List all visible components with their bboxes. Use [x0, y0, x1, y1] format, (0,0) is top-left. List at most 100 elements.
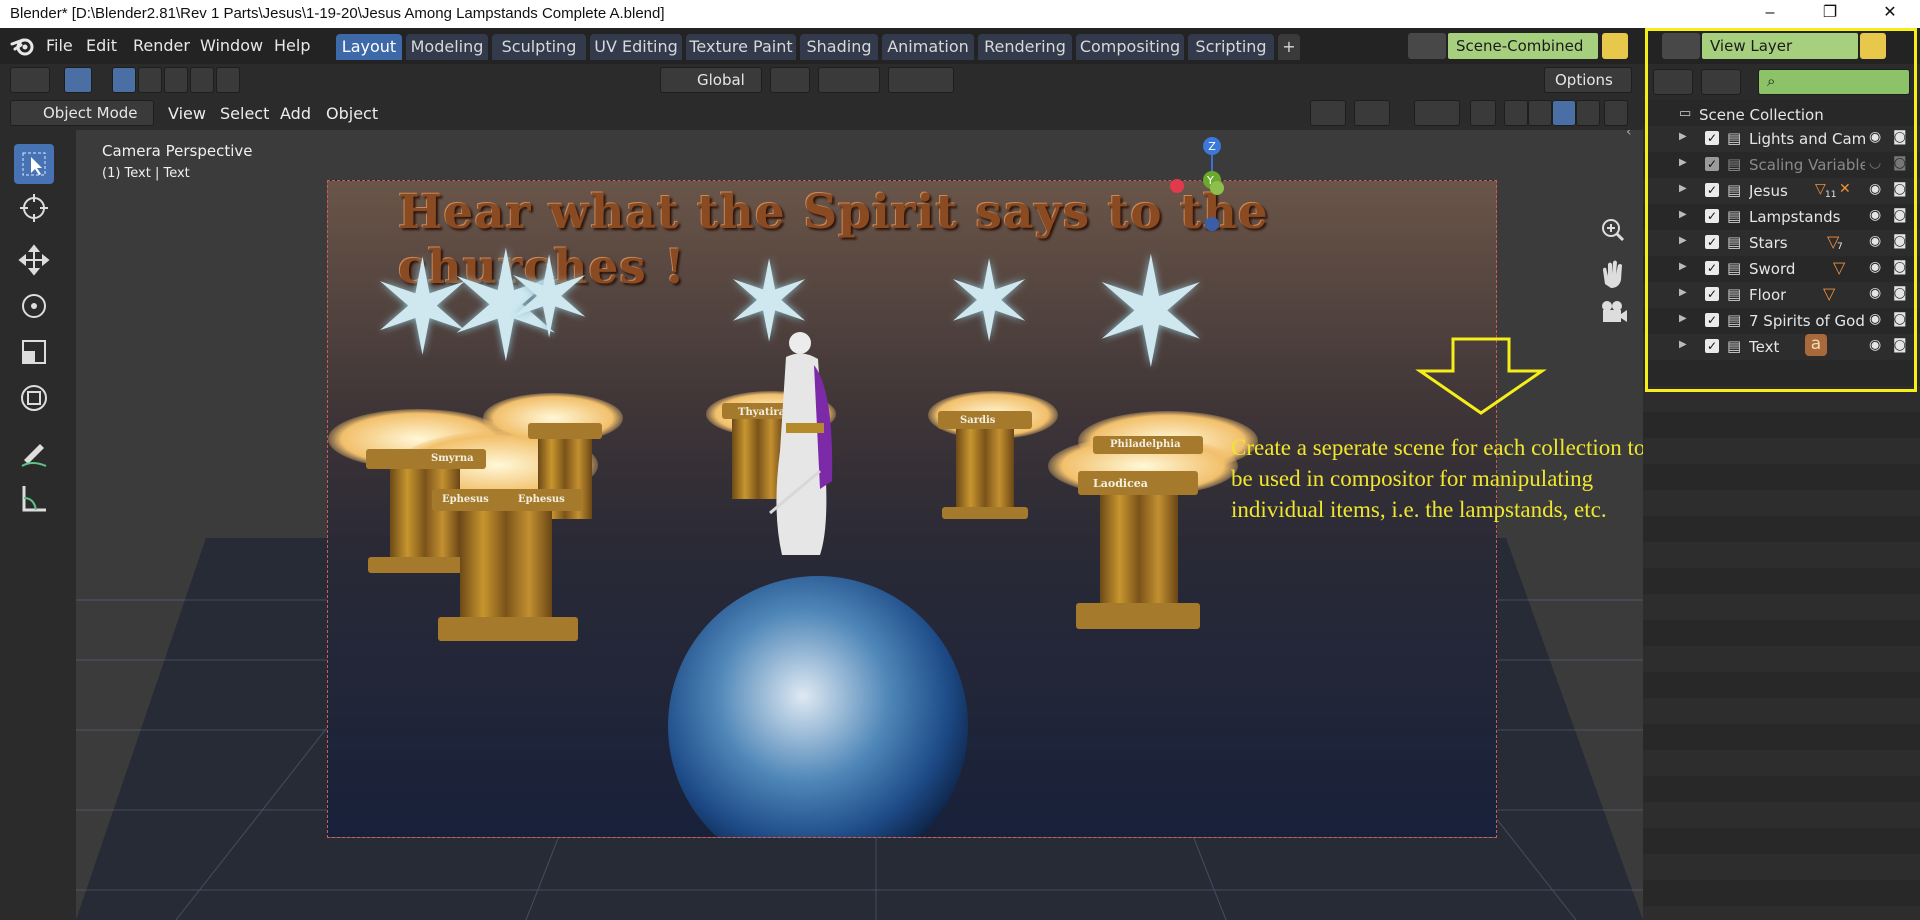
scene-selector-icon[interactable] [1408, 33, 1446, 59]
transform-orientation-label: Global [697, 71, 745, 89]
tab-scripting[interactable]: Scripting [1188, 34, 1274, 60]
axis-y-neg-icon[interactable] [1210, 181, 1224, 195]
menu-help[interactable]: Help [274, 36, 310, 55]
xray-icon[interactable] [1470, 100, 1496, 126]
select-mode-extend-icon[interactable] [138, 67, 162, 93]
outliner-empty-rows [1643, 360, 1920, 920]
scene-name-field[interactable]: Scene-Combined [1448, 33, 1598, 59]
maximize-button[interactable]: ❐ [1800, 0, 1860, 28]
camera-view-icon[interactable] [1591, 292, 1635, 332]
axis-z-label: Z [1208, 140, 1216, 153]
pillar-base [1076, 603, 1200, 629]
shading-options-icon[interactable] [1604, 100, 1628, 126]
shading-rendered-icon[interactable] [1576, 100, 1600, 126]
transform-tool-icon[interactable] [14, 378, 54, 418]
blender-logo-icon[interactable] [10, 34, 36, 58]
zoom-icon[interactable] [1591, 210, 1635, 250]
move-tool-icon[interactable] [14, 240, 54, 280]
pillar-label: Sardis [960, 415, 996, 426]
select-tool-icon[interactable] [64, 67, 92, 93]
top-menu-bar: File Edit Render Window Help Layout Mode… [0, 28, 1920, 64]
lampstand-pillar [956, 429, 1014, 507]
pillar-top [528, 423, 602, 439]
transform-pivot-icon[interactable] [10, 67, 50, 93]
window-titlebar: Blender* [D:\Blender2.81\Rev 1 Parts\Jes… [0, 0, 1920, 28]
window-title: Blender* [D:\Blender2.81\Rev 1 Parts\Jes… [10, 5, 665, 22]
tab-modeling[interactable]: Modeling [406, 34, 488, 60]
axis-x-icon[interactable] [1170, 179, 1184, 193]
shading-solid-icon[interactable] [1528, 100, 1552, 126]
lampstand-pillar [460, 511, 552, 617]
close-button[interactable]: ✕ [1860, 0, 1920, 28]
lampstand-pillar [390, 469, 460, 557]
menu-window[interactable]: Window [200, 36, 263, 55]
tab-shading[interactable]: Shading [800, 34, 878, 60]
menu-select[interactable]: Select [220, 104, 269, 123]
gizmo-icon[interactable] [1354, 100, 1390, 126]
measure-tool-icon[interactable] [14, 478, 54, 518]
select-mode-invert-icon[interactable] [190, 67, 214, 93]
tab-texture-paint[interactable]: Texture Paint [686, 34, 796, 60]
star-shape: ✶ [503, 234, 596, 362]
shading-wireframe-icon[interactable] [1504, 100, 1528, 126]
menu-file[interactable]: File [46, 36, 73, 55]
tab-uv-editing[interactable]: UV Editing [590, 34, 682, 60]
select-mode-subtract-icon[interactable] [164, 67, 188, 93]
3d-viewport[interactable]: Camera Perspective (1) Text | Text Hear … [76, 130, 1643, 920]
minimize-button[interactable]: – [1740, 0, 1800, 28]
scale-tool-icon[interactable] [14, 332, 54, 372]
camera-perspective-label: Camera Perspective [102, 142, 253, 160]
viewport-header: Object Mode View Select Add Object [0, 96, 1643, 130]
menu-render[interactable]: Render [133, 36, 190, 55]
active-object-label: (1) Text | Text [102, 166, 190, 181]
annotation-down-arrow [1415, 337, 1547, 415]
pillar-label: Philadelphia [1110, 439, 1181, 450]
menu-object[interactable]: Object [326, 104, 378, 123]
transform-orientation-dropdown[interactable]: Global [660, 67, 762, 93]
pillar-label: Ephesus [442, 494, 489, 505]
annotation-note: Create a seperate scene for each collect… [1231, 435, 1643, 522]
pillar-base [942, 507, 1028, 519]
pillar-label: Ephesus [518, 494, 565, 505]
select-mode-intersect-icon[interactable] [216, 67, 240, 93]
jesus-figure [769, 332, 833, 555]
tab-compositing[interactable]: Compositing [1076, 34, 1184, 60]
tab-layout[interactable]: Layout [336, 34, 402, 60]
menu-add[interactable]: Add [280, 104, 311, 123]
visibility-icon[interactable] [1310, 100, 1346, 126]
pillar-label: Smyrna [431, 453, 474, 464]
select-mode-new-icon[interactable] [112, 67, 136, 93]
tool-settings-header: Global Options [0, 64, 1643, 96]
pillar-label: Laodicea [1093, 477, 1148, 490]
snap-icon[interactable] [818, 67, 880, 93]
mode-label: Object Mode [43, 104, 138, 122]
shading-material-icon[interactable] [1552, 100, 1576, 126]
navigation-gizmo[interactable]: Z Y [1162, 130, 1262, 248]
axis-z-neg-icon[interactable] [1205, 217, 1219, 231]
mode-dropdown[interactable]: Object Mode [10, 100, 154, 126]
collapse-sidebar-icon[interactable]: ‹ [1626, 130, 1632, 140]
tab-sculpting[interactable]: Sculpting [492, 34, 586, 60]
select-box-tool-icon[interactable] [14, 144, 54, 184]
proportional-edit-icon[interactable] [888, 67, 954, 93]
overlays-icon[interactable] [1414, 100, 1460, 126]
cursor-tool-icon[interactable] [14, 188, 54, 228]
options-label: Options [1555, 71, 1613, 89]
lampstand-pillar [1100, 495, 1178, 603]
left-toolbar [0, 130, 76, 920]
tab-rendering[interactable]: Rendering [978, 34, 1072, 60]
menu-view[interactable]: View [168, 104, 206, 123]
earth-globe [668, 576, 968, 837]
tab-animation[interactable]: Animation [882, 34, 974, 60]
options-dropdown[interactable]: Options [1544, 67, 1632, 93]
pillar-base [438, 617, 578, 641]
annotate-tool-icon[interactable] [14, 432, 54, 472]
add-workspace-button[interactable]: + [1278, 34, 1300, 60]
rotate-tool-icon[interactable] [14, 286, 54, 326]
pan-hand-icon[interactable] [1591, 254, 1635, 294]
star-shape: ✶ [1088, 227, 1214, 401]
menu-edit[interactable]: Edit [86, 36, 117, 55]
new-scene-icon[interactable] [1602, 33, 1628, 59]
pivot-point-icon[interactable] [770, 67, 810, 93]
star-shape: ✶ [943, 238, 1036, 366]
